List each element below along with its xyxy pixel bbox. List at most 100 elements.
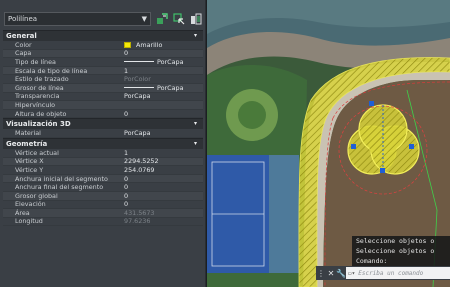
property-value[interactable]: 0 [124,183,203,191]
property-value-text: 0 [124,109,129,118]
property-row[interactable]: Color Amarillo [3,41,203,50]
property-value[interactable]: 1 [124,149,203,157]
property-value[interactable]: PorCapa [124,58,203,66]
section-title: Visualización 3D [6,120,71,129]
property-value-text: 97.6236 [124,217,151,226]
property-row[interactable]: Grosor de línea PorCapa [3,84,203,93]
property-value-text: PorCapa [124,129,151,138]
property-value-text: 254.0769 [124,165,155,174]
vertex-grip[interactable] [380,168,385,173]
section-header[interactable]: Visualización 3D ▾ [3,118,203,130]
property-label: Anchura inicial del segmento [15,174,108,183]
property-value[interactable]: PorCapa [124,129,203,137]
property-row[interactable]: Anchura inicial del segmento 0 [3,175,203,184]
command-prompt-icon[interactable]: ▭▾ [348,270,355,277]
select-objects-icon[interactable] [173,13,185,25]
property-label: Vértice actual [15,148,59,157]
property-row[interactable]: Altura de objeto 0 [3,110,203,119]
property-row[interactable]: Grosor global 0 [3,192,203,201]
properties-palette: Polilínea ▼ General ▾ Color Amarillo Capa 0 Ti… [0,0,206,287]
section-title: Geometría [6,139,48,148]
property-row[interactable]: Longitud 97.6236 [3,217,203,227]
palette-header: Polilínea ▼ [4,11,202,27]
property-label: Estilo de trazado [15,75,69,84]
vertex-grip[interactable] [369,101,374,106]
property-row[interactable]: Elevación 0 [3,200,203,210]
property-row[interactable]: Escala de tipo de línea 1 [3,67,203,76]
property-value-text: PorColor [124,75,151,84]
property-value[interactable]: PorCapa [124,92,203,100]
collapse-icon[interactable]: ▾ [194,140,197,147]
chevron-down-icon[interactable]: ▼ [142,15,147,23]
section-title: General [6,32,37,40]
property-label: Color [15,40,32,49]
property-row[interactable]: Tipo de línea PorCapa [3,58,203,67]
section-header[interactable]: Geometría ▾ [3,137,203,149]
property-value-text: Amarillo [136,40,163,49]
quick-select-icon[interactable] [190,13,202,25]
property-value-text: 1 [124,66,129,75]
property-row[interactable]: Vértice Y 254.0769 [3,166,203,175]
property-label: Elevación [15,200,46,209]
property-value-text: 431.5673 [124,208,155,217]
property-value: 97.6236 [124,217,203,225]
object-type-select[interactable]: Polilínea ▼ [4,12,151,26]
property-value[interactable]: PorCapa [124,84,203,92]
property-value[interactable]: Amarillo [124,41,203,49]
property-value[interactable]: 0 [124,200,203,208]
property-row[interactable]: Material PorCapa [3,129,203,138]
property-value-text: PorCapa [157,57,184,66]
command-input[interactable]: ▭▾ Escriba un comando [346,267,450,279]
property-row[interactable]: Hipervínculo [3,101,203,110]
linetype-preview [124,87,154,89]
property-value[interactable]: 0 [124,192,203,200]
property-value-text: 2294.5252 [124,157,159,166]
property-label: Grosor global [15,191,58,200]
property-value: 431.5673 [124,209,203,217]
object-type-value: Polilínea [8,15,38,23]
toggle-pickadd-icon[interactable] [156,13,168,25]
close-icon[interactable]: ✕ [326,267,336,279]
property-value[interactable]: 0 [124,49,203,57]
property-row[interactable]: Transparencia PorCapa [3,92,203,102]
property-label: Material [15,129,41,138]
property-value[interactable]: 254.0769 [124,166,203,174]
property-value-text: 0 [124,200,129,209]
property-label: Escala de tipo de línea [15,66,88,75]
command-history-line: Seleccione objetos o [352,236,450,246]
command-placeholder: Escriba un comando [358,269,424,277]
property-value-text: 0 [124,174,129,183]
property-label: Altura de objeto [15,109,67,118]
property-row[interactable]: Capa 0 [3,49,203,59]
property-label: Área [15,208,30,217]
property-value-text: 1 [124,148,129,157]
drag-handle-icon[interactable]: ⋮ [316,267,326,279]
property-value: PorColor [124,75,203,83]
property-label: Anchura final del segmento [15,183,104,192]
vertex-grip[interactable] [409,144,414,149]
property-value-text: PorCapa [157,83,184,92]
property-value[interactable]: 0 [124,110,203,118]
property-label: Hipervínculo [15,100,56,109]
property-label: Longitud [15,217,43,226]
property-row[interactable]: Vértice actual 1 [3,149,203,158]
collapse-icon[interactable]: ▾ [194,120,197,127]
property-row[interactable]: Anchura final del segmento 0 [3,183,203,192]
property-row[interactable]: Estilo de trazado PorColor [3,75,203,84]
property-label: Vértice Y [15,165,44,174]
section-header[interactable]: General ▾ [3,30,203,41]
property-label: Grosor de línea [15,83,64,92]
vertex-grip[interactable] [351,144,356,149]
property-value[interactable]: 1 [124,67,203,75]
command-history-line: Comando: [352,256,450,266]
property-value[interactable]: 2294.5252 [124,157,203,165]
property-value[interactable]: 0 [124,175,203,183]
collapse-icon[interactable]: ▾ [194,32,197,39]
property-grid: General ▾ Color Amarillo Capa 0 Tipo de línea P… [3,30,203,227]
command-line: ⋮ ✕ 🔧 ▭▾ Escriba un comando [316,266,450,280]
linetype-preview [124,61,154,63]
property-row[interactable]: Vértice X 2294.5252 [3,157,203,167]
property-row[interactable]: Área 431.5673 [3,209,203,218]
property-value-text: 0 [124,191,129,200]
wrench-icon[interactable]: 🔧 [336,267,346,279]
